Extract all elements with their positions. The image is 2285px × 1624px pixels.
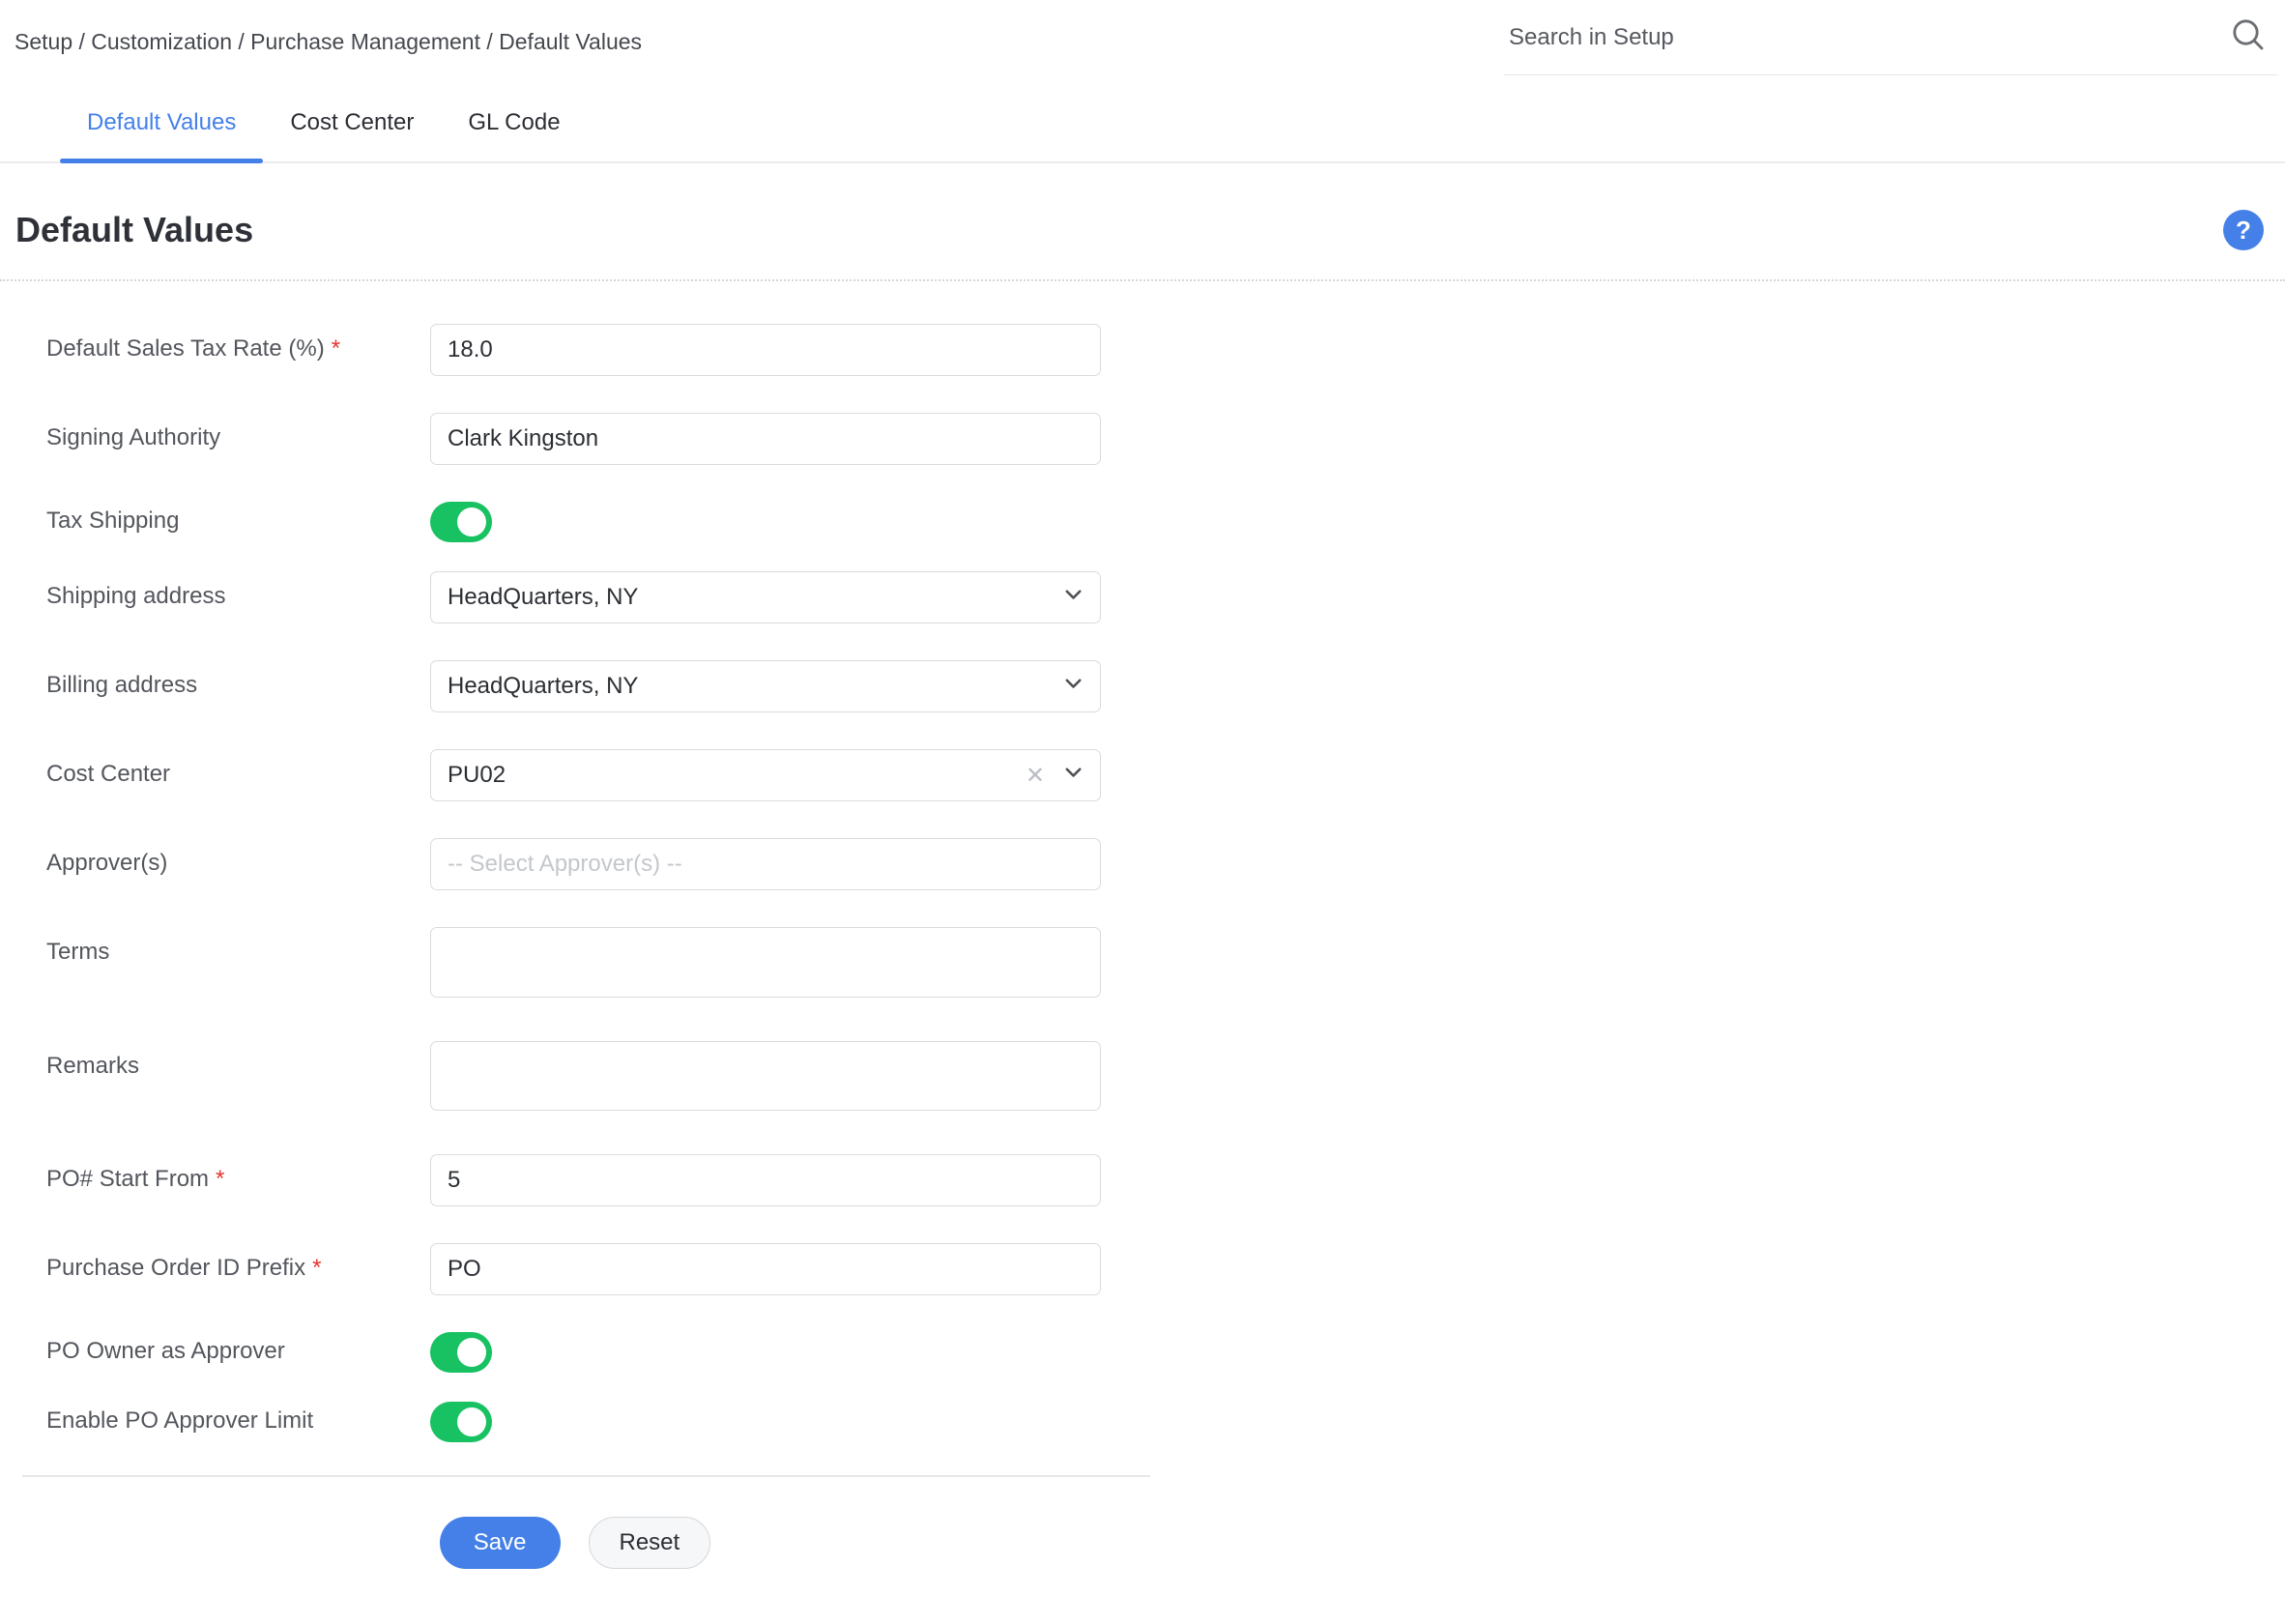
top-bar: Setup / Customization / Purchase Managem… bbox=[0, 0, 2285, 77]
tab-default-values[interactable]: Default Values bbox=[60, 109, 263, 161]
shipping-address-select[interactable]: HeadQuarters, NY bbox=[430, 571, 1101, 624]
search-input[interactable] bbox=[1504, 24, 2229, 51]
reset-button[interactable]: Reset bbox=[589, 1517, 711, 1569]
selected-value: HeadQuarters, NY bbox=[448, 584, 1060, 611]
default-sales-tax-rate-input[interactable] bbox=[430, 324, 1101, 376]
field-label: Approver(s) bbox=[46, 838, 430, 877]
field-label: PO# Start From* bbox=[46, 1154, 430, 1193]
search-icon[interactable] bbox=[2229, 15, 2268, 59]
field-po-owner-as-approver: PO Owner as Approver bbox=[46, 1332, 1150, 1373]
required-asterisk: * bbox=[312, 1255, 321, 1281]
po-owner-as-approver-toggle[interactable] bbox=[430, 1332, 492, 1373]
default-values-form: Default Sales Tax Rate (%)* Signing Auth… bbox=[0, 281, 1150, 1569]
field-label: Remarks bbox=[46, 1041, 430, 1080]
tab-cost-center[interactable]: Cost Center bbox=[263, 109, 441, 161]
field-label: Default Sales Tax Rate (%)* bbox=[46, 324, 430, 362]
chevron-down-icon bbox=[1060, 581, 1086, 614]
field-signing-authority: Signing Authority bbox=[46, 413, 1150, 465]
breadcrumb[interactable]: Setup / Customization / Purchase Managem… bbox=[14, 29, 642, 55]
cost-center-select[interactable]: PU02 ✕ bbox=[430, 749, 1101, 801]
required-asterisk: * bbox=[216, 1166, 224, 1192]
field-po-start-from: PO# Start From* bbox=[46, 1154, 1150, 1206]
approvers-input[interactable] bbox=[430, 838, 1101, 890]
field-approvers: Approver(s) bbox=[46, 838, 1150, 890]
selected-value: PU02 bbox=[448, 762, 1026, 789]
field-default-sales-tax-rate: Default Sales Tax Rate (%)* bbox=[46, 324, 1150, 376]
field-label: Enable PO Approver Limit bbox=[46, 1402, 430, 1435]
field-label: Terms bbox=[46, 927, 430, 966]
required-asterisk: * bbox=[332, 335, 340, 362]
field-purchase-order-id-prefix: Purchase Order ID Prefix* bbox=[46, 1243, 1150, 1295]
field-remarks: Remarks bbox=[46, 1041, 1150, 1111]
help-button[interactable]: ? bbox=[2223, 210, 2264, 250]
field-terms: Terms bbox=[46, 927, 1150, 998]
toggle-knob bbox=[457, 1338, 486, 1367]
field-label: Tax Shipping bbox=[46, 502, 430, 535]
po-start-from-input[interactable] bbox=[430, 1154, 1101, 1206]
setup-search-bar bbox=[1504, 0, 2277, 75]
field-shipping-address: Shipping address HeadQuarters, NY bbox=[46, 571, 1150, 624]
field-label: Billing address bbox=[46, 660, 430, 699]
field-label: Signing Authority bbox=[46, 413, 430, 451]
field-cost-center: Cost Center PU02 ✕ bbox=[46, 749, 1150, 801]
signing-authority-input[interactable] bbox=[430, 413, 1101, 465]
chevron-down-icon bbox=[1060, 759, 1086, 792]
field-label: Cost Center bbox=[46, 749, 430, 788]
field-label: Purchase Order ID Prefix* bbox=[46, 1243, 430, 1282]
toggle-knob bbox=[457, 1407, 486, 1436]
tax-shipping-toggle[interactable] bbox=[430, 502, 492, 542]
form-actions: Save Reset bbox=[0, 1517, 1150, 1569]
field-tax-shipping: Tax Shipping bbox=[46, 502, 1150, 542]
clear-icon[interactable]: ✕ bbox=[1026, 762, 1045, 790]
selected-value: HeadQuarters, NY bbox=[448, 673, 1060, 700]
enable-po-approver-limit-toggle[interactable] bbox=[430, 1402, 492, 1442]
form-divider bbox=[22, 1475, 1150, 1477]
save-button[interactable]: Save bbox=[440, 1517, 561, 1569]
field-label: PO Owner as Approver bbox=[46, 1332, 430, 1365]
purchase-order-id-prefix-input[interactable] bbox=[430, 1243, 1101, 1295]
field-enable-po-approver-limit: Enable PO Approver Limit bbox=[46, 1402, 1150, 1442]
tab-bar: Default Values Cost Center GL Code bbox=[0, 109, 2285, 163]
tab-gl-code[interactable]: GL Code bbox=[441, 109, 587, 161]
billing-address-select[interactable]: HeadQuarters, NY bbox=[430, 660, 1101, 712]
field-label: Shipping address bbox=[46, 571, 430, 610]
toggle-knob bbox=[457, 508, 486, 536]
remarks-input[interactable] bbox=[430, 1041, 1101, 1111]
field-billing-address: Billing address HeadQuarters, NY bbox=[46, 660, 1150, 712]
page-header: Default Values ? bbox=[0, 163, 2285, 281]
page-title: Default Values bbox=[15, 211, 253, 249]
terms-input[interactable] bbox=[430, 927, 1101, 998]
chevron-down-icon bbox=[1060, 670, 1086, 703]
